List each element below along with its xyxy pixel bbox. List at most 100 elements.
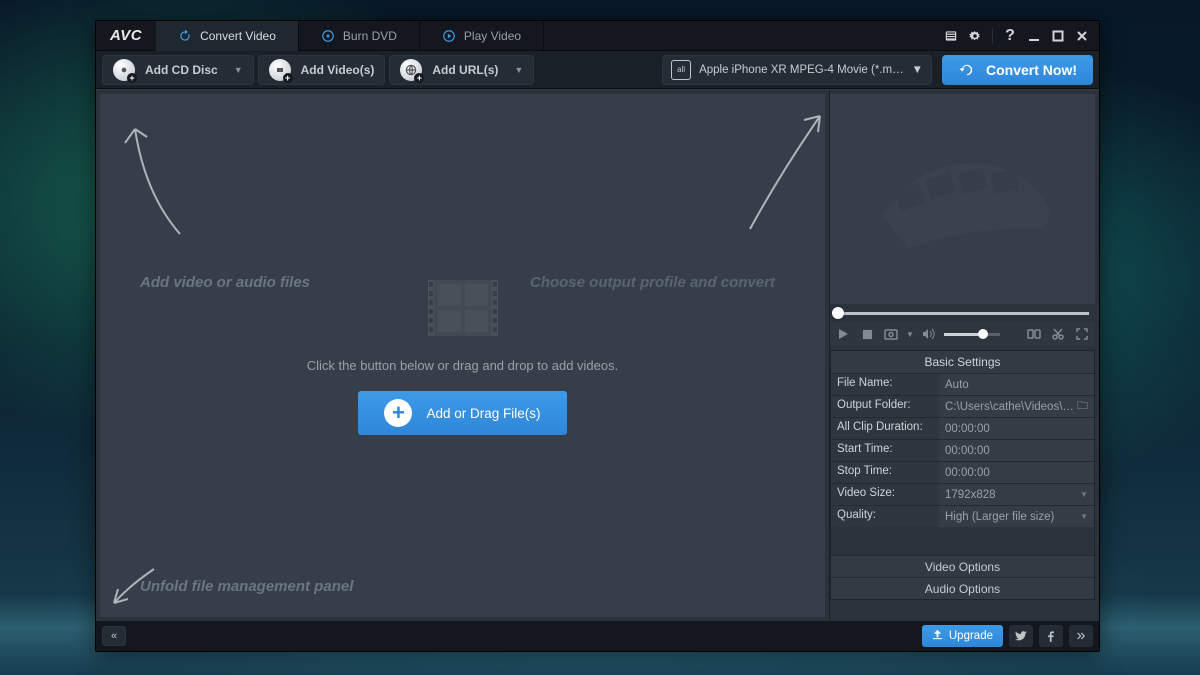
setting-label: File Name: — [831, 374, 939, 395]
hint-arrow — [725, 104, 835, 234]
button-label: Add or Drag File(s) — [426, 406, 540, 421]
setting-row-quality: Quality: High (Larger file size)▼ — [831, 505, 1094, 527]
setting-row-stop-time: Stop Time: 00:00:00 — [831, 461, 1094, 483]
setting-value[interactable]: High (Larger file size)▼ — [939, 506, 1094, 527]
plus-icon: + — [384, 399, 412, 427]
add-videos-button[interactable]: + Add Video(s) — [258, 55, 386, 85]
setting-row-video-size: Video Size: 1792x828▼ — [831, 483, 1094, 505]
setting-row-start-time: Start Time: 00:00:00 — [831, 439, 1094, 461]
setting-value[interactable]: C:\Users\cathe\Videos\…🗀 — [939, 396, 1094, 417]
snapshot-button[interactable] — [882, 325, 900, 343]
setting-label: Output Folder: — [831, 396, 939, 417]
audio-options-button[interactable]: Audio Options — [831, 577, 1094, 599]
setting-label: Video Size: — [831, 484, 939, 505]
player-controls: ▼ — [830, 322, 1095, 346]
basic-settings-panel: Basic Settings File Name: Auto Output Fo… — [830, 350, 1095, 600]
setting-label: All Clip Duration: — [831, 418, 939, 439]
preview-area — [830, 94, 1095, 304]
button-label: Add CD Disc — [145, 63, 218, 77]
setting-value[interactable]: Auto — [939, 374, 1094, 395]
chevron-down-icon: ▼ — [912, 64, 923, 76]
app-window: AVC Convert Video Burn DVD Play Video ? — [95, 20, 1100, 652]
facebook-button[interactable] — [1039, 625, 1063, 647]
chevron-down-icon: ▼ — [1080, 490, 1088, 499]
list-icon[interactable] — [940, 25, 962, 47]
twitter-button[interactable] — [1009, 625, 1033, 647]
more-button[interactable]: » — [1069, 625, 1093, 647]
setting-value[interactable]: 1792x828▼ — [939, 484, 1094, 505]
app-logo: AVC — [96, 27, 156, 44]
titlebar: AVC Convert Video Burn DVD Play Video ? — [96, 21, 1099, 51]
tab-burn-dvd[interactable]: Burn DVD — [299, 21, 420, 51]
window-controls: ? — [940, 25, 1099, 47]
close-button[interactable] — [1071, 25, 1093, 47]
drop-instruction: Click the button below or drag and drop … — [307, 358, 618, 373]
setting-row-clip-duration: All Clip Duration: 00:00:00 — [831, 417, 1094, 439]
volume-slider[interactable] — [944, 333, 1000, 336]
volume-icon[interactable] — [920, 325, 938, 343]
tab-label: Play Video — [464, 29, 521, 43]
button-label: Convert Now! — [986, 62, 1077, 78]
tab-label: Convert Video — [200, 29, 276, 43]
chevron-down-icon: ▼ — [514, 65, 523, 75]
tab-convert-video[interactable]: Convert Video — [156, 21, 299, 51]
tab-label: Burn DVD — [343, 29, 397, 43]
separator — [992, 28, 993, 44]
stop-button[interactable] — [858, 325, 876, 343]
fullscreen-button[interactable] — [1073, 325, 1091, 343]
profile-label: Apple iPhone XR MPEG-4 Movie (*.m… — [699, 64, 904, 76]
setting-value[interactable]: 00:00:00 — [939, 418, 1094, 439]
minimize-button[interactable] — [1023, 25, 1045, 47]
folder-icon[interactable]: 🗀 — [1077, 397, 1088, 416]
setting-value[interactable]: 00:00:00 — [939, 462, 1094, 483]
add-urls-button[interactable]: + Add URL(s) ▼ — [389, 55, 534, 85]
all-icon: all — [671, 60, 691, 80]
chevron-down-icon: ▼ — [1080, 512, 1088, 521]
chevron-down-icon: ▼ — [234, 65, 243, 75]
output-profile-selector[interactable]: all Apple iPhone XR MPEG-4 Movie (*.m… ▼ — [662, 55, 932, 85]
toolbar: + Add CD Disc ▼ + Add Video(s) + Add URL… — [96, 51, 1099, 89]
settings-header: Basic Settings — [831, 351, 1094, 373]
film-roll-icon — [858, 125, 1067, 272]
button-label: Add Video(s) — [301, 63, 375, 77]
disc-icon — [321, 29, 335, 43]
add-cd-disc-button[interactable]: + Add CD Disc ▼ — [102, 55, 254, 85]
filmstrip-icon — [428, 276, 498, 340]
button-label: Upgrade — [949, 630, 993, 642]
tab-play-video[interactable]: Play Video — [420, 21, 544, 51]
setting-label: Stop Time: — [831, 462, 939, 483]
video-icon: + — [269, 59, 291, 81]
refresh-icon — [178, 29, 192, 43]
cd-icon: + — [113, 59, 135, 81]
setting-row-output-folder: Output Folder: C:\Users\cathe\Videos\…🗀 — [831, 395, 1094, 417]
loop-button[interactable] — [1025, 325, 1043, 343]
setting-row-filename: File Name: Auto — [831, 373, 1094, 395]
video-options-button[interactable]: Video Options — [831, 555, 1094, 577]
setting-label: Quality: — [831, 506, 939, 527]
convert-now-button[interactable]: Convert Now! — [942, 55, 1093, 85]
cut-button[interactable] — [1049, 325, 1067, 343]
button-label: Add URL(s) — [432, 63, 498, 77]
hint-unfold-panel: Unfold file management panel — [140, 578, 353, 595]
convert-icon — [958, 61, 976, 79]
drop-zone[interactable]: Add video or audio files Choose output p… — [100, 94, 825, 617]
hint-choose-profile: Choose output profile and convert — [530, 274, 775, 291]
globe-icon: + — [400, 59, 422, 81]
hint-arrow — [110, 114, 200, 244]
collapse-panel-button[interactable]: « — [102, 626, 126, 646]
setting-value[interactable]: 00:00:00 — [939, 440, 1094, 461]
play-button[interactable] — [834, 325, 852, 343]
seek-slider[interactable] — [830, 306, 1095, 320]
right-panel: ▼ Basic Settings File Name: Auto Output … — [829, 90, 1099, 621]
upload-icon — [932, 629, 943, 643]
setting-label: Start Time: — [831, 440, 939, 461]
gear-icon[interactable] — [964, 25, 986, 47]
help-icon[interactable]: ? — [999, 25, 1021, 47]
maximize-button[interactable] — [1047, 25, 1069, 47]
hint-add-files: Add video or audio files — [140, 274, 310, 291]
upgrade-button[interactable]: Upgrade — [922, 625, 1003, 647]
bottombar: « Upgrade » — [96, 621, 1099, 651]
main-area: Add video or audio files Choose output p… — [96, 89, 1099, 621]
add-or-drag-files-button[interactable]: + Add or Drag File(s) — [358, 391, 566, 435]
play-icon — [442, 29, 456, 43]
